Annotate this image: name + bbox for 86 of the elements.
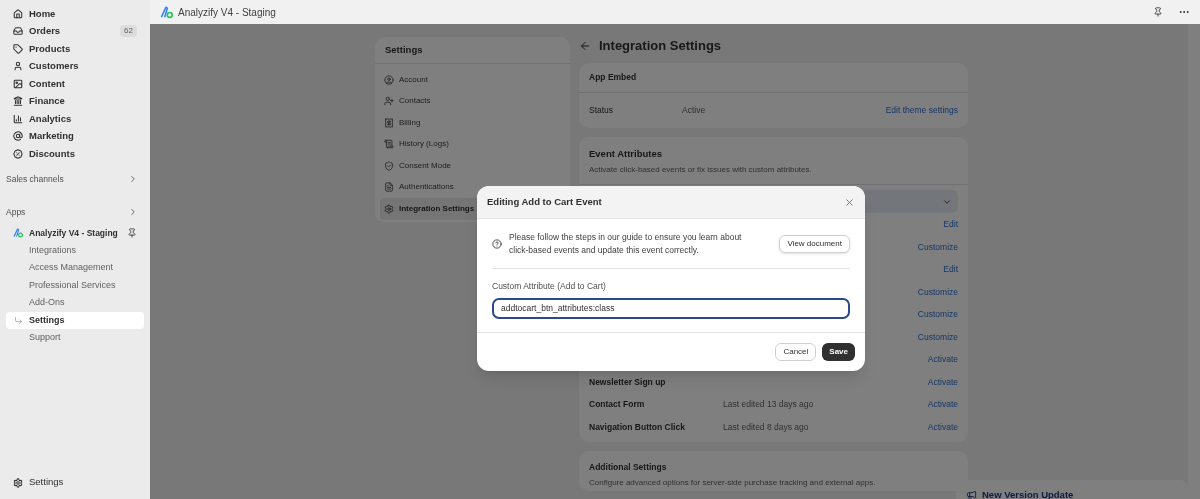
event-edited-date: Last edited 8 days ago xyxy=(723,420,810,434)
nav-icon xyxy=(13,96,23,107)
nav-icon xyxy=(13,131,23,142)
event-action-link[interactable]: Customize xyxy=(917,240,958,254)
nav-icon xyxy=(13,148,23,159)
settings-nav-item[interactable]: Contacts xyxy=(380,90,565,112)
status-value: Active xyxy=(682,104,707,117)
card-description: Activate click-based events or fix issues with custom attributes. xyxy=(589,164,813,177)
card-title: App Embed xyxy=(579,63,968,93)
nav-icon xyxy=(384,139,394,150)
page-title: Integration Settings xyxy=(599,36,722,55)
pin-icon[interactable] xyxy=(127,228,137,238)
nav-icon xyxy=(13,26,23,37)
view-document-button[interactable]: View document xyxy=(779,234,850,253)
nav-icon xyxy=(13,8,23,19)
sidebar-item[interactable]: Orders 62 xyxy=(6,22,144,40)
nav-icon xyxy=(384,74,394,85)
app-subitem[interactable]: Settings xyxy=(6,311,144,329)
branch-icon xyxy=(14,315,23,325)
sidebar-item[interactable]: Marketing xyxy=(6,127,144,145)
card-title: Additional Settings xyxy=(589,461,668,474)
sidebar-item[interactable]: Content xyxy=(6,75,144,93)
sidebar-item[interactable]: Products xyxy=(6,40,144,58)
settings-nav-item[interactable]: Consent Mode xyxy=(380,155,565,177)
nav-icon xyxy=(13,61,23,72)
event-name: Contact Form xyxy=(589,398,646,411)
app-subitem[interactable]: Professional Services xyxy=(6,276,144,294)
back-icon[interactable] xyxy=(579,39,591,52)
edit-theme-link[interactable]: Edit theme settings xyxy=(885,104,958,117)
app-subitem[interactable]: Support xyxy=(6,329,144,347)
chevron-icon xyxy=(128,174,138,184)
event-action-link[interactable]: Customize xyxy=(917,308,958,321)
nav-icon xyxy=(384,96,394,107)
event-name: Navigation Button Click xyxy=(589,420,686,434)
event-action-link[interactable]: Edit xyxy=(943,218,958,231)
settings-nav-item[interactable]: Account xyxy=(380,69,565,91)
nav-icon xyxy=(384,203,394,214)
save-button[interactable]: Save xyxy=(822,343,855,361)
event-edited-date: Last edited 13 days ago xyxy=(723,398,815,411)
pin-icon[interactable] xyxy=(1153,7,1163,17)
attribute-input[interactable]: addtocart_btn_attributes:class xyxy=(492,297,850,319)
count-badge: 62 xyxy=(120,25,137,38)
section-header[interactable]: Sales channels xyxy=(6,170,144,188)
event-action-link[interactable]: Activate xyxy=(927,398,958,411)
app-subitem[interactable]: Add-Ons xyxy=(6,294,144,312)
card-title: Event Attributes xyxy=(589,147,664,161)
app-title: Analyzify V4 - Staging xyxy=(178,5,277,20)
chevron-icon xyxy=(128,207,138,217)
event-action-link[interactable]: Activate xyxy=(927,353,958,366)
logo-icon xyxy=(160,5,173,19)
sidebar-item[interactable]: Discounts xyxy=(6,145,144,163)
app-name[interactable]: Analyzify V4 - Staging xyxy=(29,226,121,240)
event-action-link[interactable]: Edit xyxy=(943,263,958,276)
event-action-link[interactable]: Customize xyxy=(917,285,958,299)
sidebar-settings[interactable]: Settings xyxy=(6,474,144,491)
settings-nav-item[interactable]: Billing xyxy=(380,112,565,134)
megaphone-icon xyxy=(966,489,977,499)
nav-icon xyxy=(384,182,394,193)
settings-nav-item[interactable]: History (Logs) xyxy=(380,133,565,155)
settings-title: Settings xyxy=(375,37,570,64)
nav-icon xyxy=(13,113,23,124)
app-subitem[interactable]: Access Management xyxy=(6,259,144,277)
sidebar-item[interactable]: Finance xyxy=(6,92,144,110)
app-subitem[interactable]: Integrations xyxy=(6,241,144,259)
nav-icon xyxy=(13,78,23,89)
update-button[interactable]: New Version Update xyxy=(956,480,1188,499)
sidebar-item[interactable]: Customers xyxy=(6,57,144,75)
event-action-link[interactable]: Activate xyxy=(927,375,958,389)
event-action-link[interactable]: Customize xyxy=(917,330,958,344)
field-label: Custom Attribute (Add to Cart) xyxy=(492,280,607,293)
guide-text: Please follow the steps in our guide to ensure you learn about click-based events and update this event correctly. xyxy=(509,230,743,257)
nav-icon xyxy=(384,117,394,128)
settings-icon xyxy=(13,477,23,488)
help-icon xyxy=(492,238,502,249)
sidebar-item[interactable]: Analytics xyxy=(6,110,144,128)
section-header[interactable]: Apps xyxy=(6,203,144,221)
nav-icon xyxy=(13,43,23,54)
event-action-link[interactable]: Activate xyxy=(927,420,958,434)
status-label: Status xyxy=(589,104,615,117)
sidebar-item[interactable]: Home xyxy=(6,5,144,23)
logo-icon xyxy=(13,228,23,238)
nav-icon xyxy=(384,160,394,171)
card-description: Configure advanced options for server-side purchase tracking and external apps. xyxy=(589,477,877,489)
cancel-button[interactable]: Cancel xyxy=(775,343,817,361)
event-name: Newsletter Sign up xyxy=(589,375,667,389)
close-icon[interactable] xyxy=(844,196,855,208)
